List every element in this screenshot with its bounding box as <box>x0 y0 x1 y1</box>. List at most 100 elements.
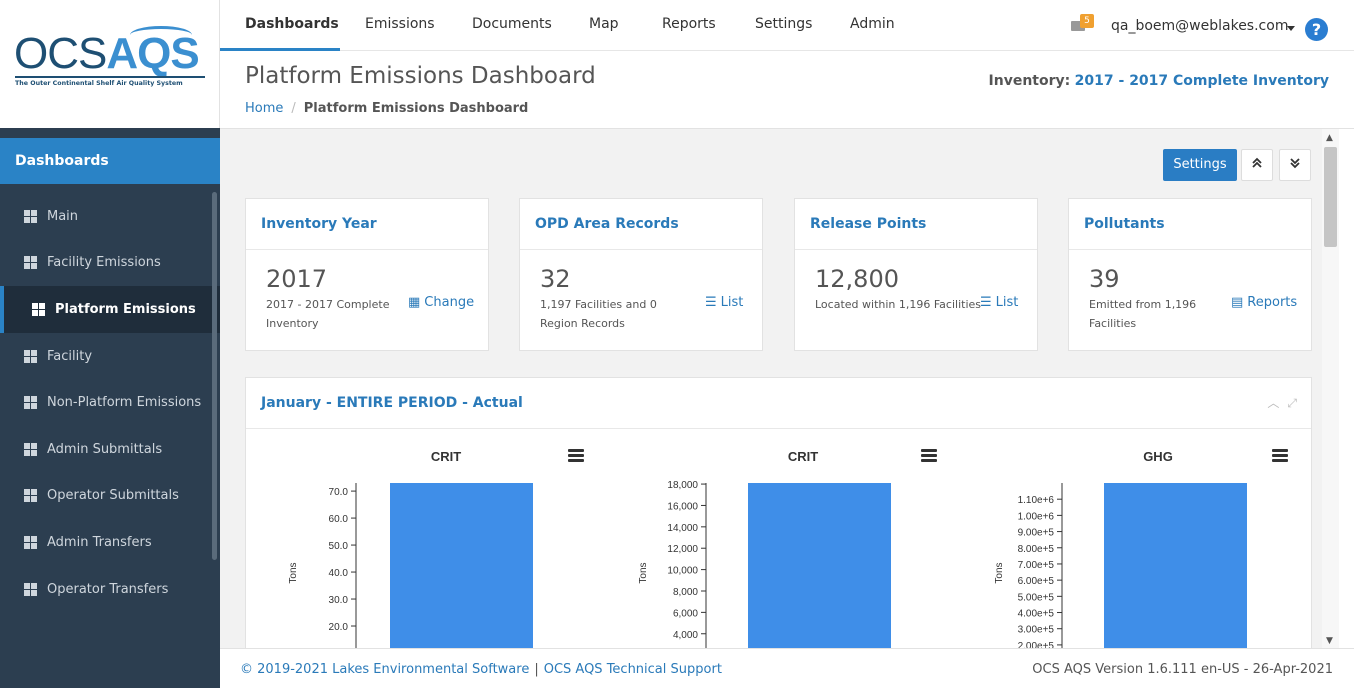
tab-settings[interactable]: Settings <box>755 0 812 51</box>
caret-down-icon[interactable] <box>1287 26 1295 31</box>
sidebar-menu: Main Facility Emissions Platform Emissions… <box>0 193 220 612</box>
footer-links: © 2019-2021 Lakes Environmental Software… <box>240 662 722 677</box>
sidebar-scrollbar[interactable] <box>212 192 217 560</box>
expand-all-button[interactable] <box>1279 149 1311 181</box>
sidebar-item-admin-transfers[interactable]: Admin Transfers <box>0 519 220 566</box>
sidebar-item-admin-submittals[interactable]: Admin Submittals <box>0 426 220 473</box>
mail-count-badge[interactable]: 5 <box>1080 14 1094 28</box>
breadcrumb-separator: / <box>291 101 296 116</box>
card-title[interactable]: Inventory Year <box>246 199 488 250</box>
card-title[interactable]: OPD Area Records <box>520 199 762 250</box>
logo-divider <box>15 76 205 78</box>
tab-reports[interactable]: Reports <box>662 0 716 51</box>
y-tick-label: 8.00e+5 <box>1018 544 1055 555</box>
y-tick-label: 7.00e+5 <box>1018 560 1055 571</box>
tab-documents[interactable]: Documents <box>472 0 552 51</box>
card-title[interactable]: Pollutants <box>1069 199 1311 250</box>
y-tick-label: 50.0 <box>329 541 349 552</box>
sidebar-item-operator-submittals[interactable]: Operator Submittals <box>0 473 220 520</box>
y-tick-label: 6,000 <box>673 608 698 619</box>
bar <box>390 483 533 648</box>
y-tick-label: 12,000 <box>667 544 698 555</box>
y-axis-label: Tons <box>638 562 649 583</box>
sidebar-item-label: Facility Emissions <box>47 255 161 271</box>
grid-icon <box>24 535 37 549</box>
logo[interactable]: OCSAQS The Outer Continental Shelf Air Q… <box>0 0 220 128</box>
chart-1: CRIT10.020.030.040.050.060.070.0Tons <box>266 433 621 648</box>
top-navigation: Dashboards Emissions Documents Map Repor… <box>220 0 1354 51</box>
card-release-points: Release Points 12,800 Located within 1,1… <box>794 198 1038 351</box>
sidebar-item-operator-transfers[interactable]: Operator Transfers <box>0 566 220 613</box>
sidebar-item-label: Admin Submittals <box>47 441 163 457</box>
sidebar-item-label: Platform Emissions <box>55 301 196 317</box>
sidebar-item-label: Operator Transfers <box>47 581 169 597</box>
footer-separator: | <box>534 662 539 677</box>
grid-icon <box>24 256 37 270</box>
logo-text: OCSAQS <box>14 29 200 78</box>
page-scrollbar[interactable]: ▲ ▼ <box>1322 129 1339 648</box>
card-number: 32 <box>540 265 571 293</box>
sidebar-item-facility[interactable]: Facility <box>0 333 220 380</box>
sidebar-item-platform-emissions[interactable]: Platform Emissions <box>0 286 220 333</box>
panel-title: January - ENTIRE PERIOD - Actual <box>246 378 1311 429</box>
double-chevron-down-icon <box>1290 158 1300 169</box>
copyright-link[interactable]: © 2019-2021 Lakes Environmental Software <box>240 662 529 677</box>
chevron-up-icon[interactable]: ︿ <box>1267 396 1279 410</box>
y-tick-label: 1.10e+6 <box>1018 495 1055 506</box>
scroll-up-icon[interactable]: ▲ <box>1326 133 1333 143</box>
list-icon: ☰ <box>705 295 717 310</box>
y-tick-label: 60.0 <box>329 514 349 525</box>
y-tick-label: 1.00e+6 <box>1018 511 1055 522</box>
tab-emissions[interactable]: Emissions <box>365 0 435 51</box>
inventory-link[interactable]: 2017 - 2017 Complete Inventory <box>1075 73 1329 89</box>
card-number: 39 <box>1089 265 1120 293</box>
user-menu[interactable]: qa_boem@weblakes.com <box>1111 18 1288 34</box>
bar <box>748 483 891 648</box>
card-description: 2017 - 2017 Complete Inventory <box>266 298 390 330</box>
help-icon[interactable]: ? <box>1305 18 1328 41</box>
collapse-all-button[interactable] <box>1241 149 1273 181</box>
reports-link[interactable]: ▤ Reports <box>1231 295 1297 310</box>
change-link-label: Change <box>424 295 475 310</box>
chart-menu-icon[interactable] <box>568 449 584 463</box>
logo-aqs: AQS <box>106 29 199 78</box>
settings-button[interactable]: Settings <box>1163 149 1237 181</box>
card-description: Located within 1,196 Facilities <box>815 298 982 311</box>
support-link[interactable]: OCS AQS Technical Support <box>544 662 722 677</box>
card-opd-area-records: OPD Area Records 32 1,197 Facilities and… <box>519 198 763 351</box>
sidebar-item-facility-emissions[interactable]: Facility Emissions <box>0 240 220 287</box>
tab-admin[interactable]: Admin <box>850 0 895 51</box>
card-inventory-year: Inventory Year 2017 2017 - 2017 Complete… <box>245 198 489 351</box>
chart-menu-icon[interactable] <box>1272 449 1288 463</box>
y-tick-label: 8,000 <box>673 587 698 598</box>
logo-subtitle: The Outer Continental Shelf Air Quality … <box>15 80 183 87</box>
sidebar-item-label: Operator Submittals <box>47 488 179 504</box>
card-pollutants: Pollutants 39 Emitted from 1,196 Facilit… <box>1068 198 1312 351</box>
card-title[interactable]: Release Points <box>795 199 1037 250</box>
card-description: Emitted from 1,196 Facilities <box>1089 298 1197 330</box>
change-link[interactable]: ▦ Change <box>408 295 474 310</box>
scroll-thumb[interactable] <box>1324 147 1337 247</box>
tab-map[interactable]: Map <box>589 0 619 51</box>
chart-2: CRIT 4,000 6,000 8,000 10,000 12,000 14,000 16,… <box>621 433 976 648</box>
breadcrumb-home[interactable]: Home <box>245 101 283 116</box>
y-tick-label: 18,000 <box>667 480 698 491</box>
file-icon: ▤ <box>1231 295 1244 310</box>
scroll-down-icon[interactable]: ▼ <box>1326 636 1333 646</box>
breadcrumb-current: Platform Emissions Dashboard <box>303 101 529 116</box>
y-tick-label: 30.0 <box>329 595 349 606</box>
sidebar-item-non-platform-emissions[interactable]: Non-Platform Emissions <box>0 379 220 426</box>
list-link[interactable]: ☰ List <box>705 295 743 310</box>
list-link[interactable]: ☰ List <box>980 295 1018 310</box>
chart-menu-icon[interactable] <box>921 449 937 463</box>
y-tick-label: 5.00e+5 <box>1018 592 1055 603</box>
expand-icon[interactable]: ⤢ <box>1287 396 1297 410</box>
sidebar-item-main[interactable]: Main <box>0 193 220 240</box>
y-axis-label: Tons <box>288 562 299 583</box>
sidebar-header[interactable]: Dashboards <box>0 138 220 184</box>
tab-dashboards[interactable]: Dashboards <box>220 0 340 51</box>
y-tick-label: 20.0 <box>329 622 349 633</box>
reports-link-label: Reports <box>1247 295 1298 310</box>
logo-ocs: OCS <box>14 29 107 78</box>
grid-icon <box>24 349 37 363</box>
